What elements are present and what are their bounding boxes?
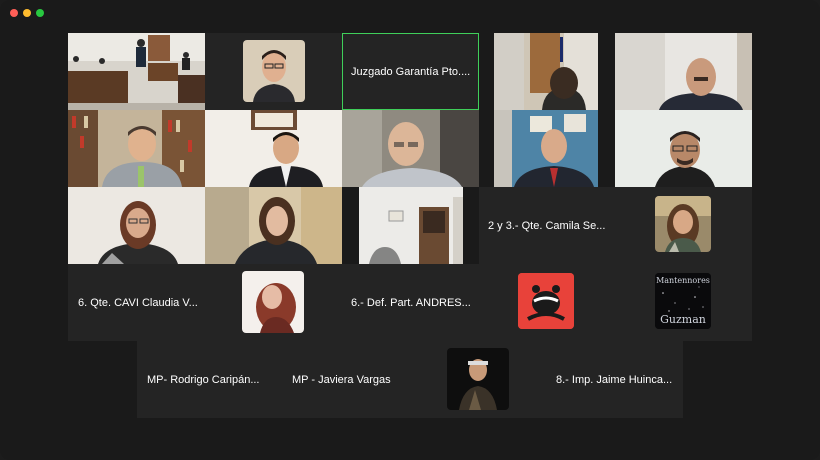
participant-name: MP- Rodrigo Caripán... <box>147 373 260 386</box>
participant-tile-man-glasses[interactable] <box>615 110 752 187</box>
participant-name: 8.- Imp. Jaime Huinca... <box>556 373 673 386</box>
avatar-text-bottom: Guzman <box>660 313 706 326</box>
car-man-video <box>342 110 479 187</box>
courtroom-video <box>68 33 205 110</box>
office-cabinet-video <box>359 187 463 264</box>
participant-tile-woman-glasses[interactable] <box>68 187 205 264</box>
participant-tile-juzgado[interactable]: Juzgado Garantía Pto.... <box>342 33 479 110</box>
participant-name: 6.- Def. Part. ANDRES... <box>351 296 471 309</box>
participant-tile-man-tie[interactable] <box>205 110 342 187</box>
participant-avatar <box>243 40 305 102</box>
participant-tile-woman-window[interactable] <box>205 187 342 264</box>
participant-tile-guzman[interactable]: Mantennores Guzman <box>615 264 752 341</box>
deadpool-hug-icon <box>518 273 574 329</box>
participant-tile-bald-man[interactable] <box>615 33 752 110</box>
gallery-view: Juzgado Garantía Pto.... 2 y 3.- Qte. Ca… <box>0 0 820 460</box>
participant-name: 6. Qte. CAVI Claudia V... <box>78 296 198 309</box>
participant-tile-office-back[interactable] <box>494 33 598 110</box>
zoom-window: Juzgado Garantía Pto.... 2 y 3.- Qte. Ca… <box>0 0 820 460</box>
participant-tile-jaime[interactable]: 8.- Imp. Jaime Huinca... <box>547 341 683 418</box>
participant-tile-javiera[interactable]: MP - Javiera Vargas <box>274 341 547 418</box>
participant-tile-library-man[interactable] <box>68 110 205 187</box>
participant-avatar <box>242 271 304 333</box>
participant-avatar <box>447 348 509 410</box>
man-tie-video <box>205 110 342 187</box>
participant-tile-andres[interactable]: 6.- Def. Part. ANDRES... <box>342 264 615 341</box>
participant-tile-cavi[interactable]: 6. Qte. CAVI Claudia V... <box>68 264 342 341</box>
office-video <box>494 33 598 110</box>
avatar-text-top: Mantennores <box>656 276 710 285</box>
participant-avatar: Mantennores Guzman <box>655 273 711 329</box>
woman-glasses-video <box>68 187 205 264</box>
man-glasses-video <box>615 110 752 187</box>
library-video <box>68 110 205 187</box>
participant-name: MP - Javiera Vargas <box>292 373 391 386</box>
participant-tile-avatar-man[interactable] <box>205 33 342 110</box>
participant-tile-camila[interactable]: 2 y 3.- Qte. Camila Se... <box>479 187 752 264</box>
participant-avatar <box>655 196 711 252</box>
participant-tile-rodrigo[interactable]: MP- Rodrigo Caripán... <box>137 341 274 418</box>
participant-name: 2 y 3.- Qte. Camila Se... <box>488 219 606 232</box>
bald-man-video <box>615 33 752 110</box>
participant-tile-blue-office[interactable] <box>494 110 598 187</box>
participant-tile-car-man[interactable] <box>342 110 479 187</box>
participant-tile-courtroom[interactable] <box>68 33 205 110</box>
participant-tile-office-cabinet[interactable] <box>359 187 463 264</box>
blue-office-video <box>494 110 598 187</box>
participant-name: Juzgado Garantía Pto.... <box>351 65 471 78</box>
woman-window-video <box>205 187 342 264</box>
